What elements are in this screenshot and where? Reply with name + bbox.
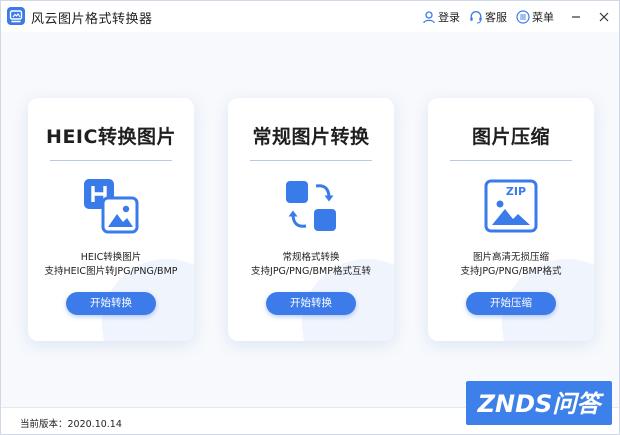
card-desc-line2: 支持JPG/PNG/BMP格式互转 [251, 266, 371, 277]
card-desc-line1: 常规格式转换 [282, 252, 340, 263]
card-title: 图片压缩 [471, 126, 550, 148]
card-description: 常规格式转换 支持JPG/PNG/BMP格式互转 [228, 251, 394, 279]
svg-text:ZIP: ZIP [506, 185, 526, 198]
card-divider [450, 160, 572, 161]
minimize-button[interactable] [567, 8, 585, 26]
zip-image-icon: ZIP [484, 179, 538, 233]
headset-icon [470, 10, 482, 24]
card-title: 常规图片转换 [252, 126, 370, 148]
user-icon [423, 10, 435, 23]
watermark-text: ZNDS问答 [477, 390, 605, 418]
card-divider [250, 160, 372, 161]
title-bar-actions: 登录 客服 菜单 [422, 1, 619, 32]
close-icon [599, 12, 609, 21]
title-bar: 风云图片格式转换器 登录 客服 菜单 [1, 1, 619, 32]
image-compress-card: 图片压缩 ZIP 图片高清无损压缩 支持JPG/PNG/BMP格式 开始压缩 [428, 98, 594, 341]
minimize-icon [572, 15, 580, 18]
support-label: 客服 [485, 10, 507, 24]
heic-convert-card: HEIC转换图片 HEIC转换图片 支持HEIC图片转JPG/PNG/BMP 开… [28, 98, 194, 341]
watermark-logo: ZNDS问答 [466, 381, 612, 425]
login-button[interactable]: 登录 [422, 9, 460, 25]
regular-start-convert-button[interactable]: 开始转换 [266, 292, 356, 315]
card-desc-line1: HEIC转换图片 [80, 252, 142, 263]
heic-start-convert-button[interactable]: 开始转换 [66, 292, 156, 315]
start-compress-button[interactable]: 开始压缩 [466, 292, 556, 315]
app-window: 风云图片格式转换器 登录 客服 菜单 HEIC转换图片 HEIC转换图片 支持H… [0, 0, 620, 435]
regular-convert-card: 常规图片转换 常规格式转换 支持JPG/PNG/BMP格式互转 开始转换 [228, 98, 394, 341]
card-description: HEIC转换图片 支持HEIC图片转JPG/PNG/BMP [28, 251, 194, 279]
version-label: 当前版本：2020.10.14 [20, 419, 122, 430]
card-title: HEIC转换图片 [46, 126, 176, 148]
card-divider [50, 160, 172, 161]
card-desc-line2: 支持HEIC图片转JPG/PNG/BMP [44, 266, 178, 277]
close-button[interactable] [595, 8, 613, 26]
heic-image-icon [84, 179, 139, 234]
card-description: 图片高清无损压缩 支持JPG/PNG/BMP格式 [428, 251, 594, 279]
main-panel: HEIC转换图片 HEIC转换图片 支持HEIC图片转JPG/PNG/BMP 开… [1, 32, 619, 407]
menu-label: 菜单 [532, 10, 554, 24]
card-desc-line1: 图片高清无损压缩 [472, 252, 549, 263]
card-desc-line2: 支持JPG/PNG/BMP格式 [460, 266, 562, 277]
app-logo-icon [7, 7, 25, 25]
app-title: 风云图片格式转换器 [31, 12, 153, 27]
support-button[interactable]: 客服 [469, 9, 507, 25]
menu-icon [516, 9, 530, 24]
login-label: 登录 [438, 10, 460, 24]
convert-arrows-icon [286, 181, 336, 231]
menu-button[interactable]: 菜单 [516, 9, 554, 25]
